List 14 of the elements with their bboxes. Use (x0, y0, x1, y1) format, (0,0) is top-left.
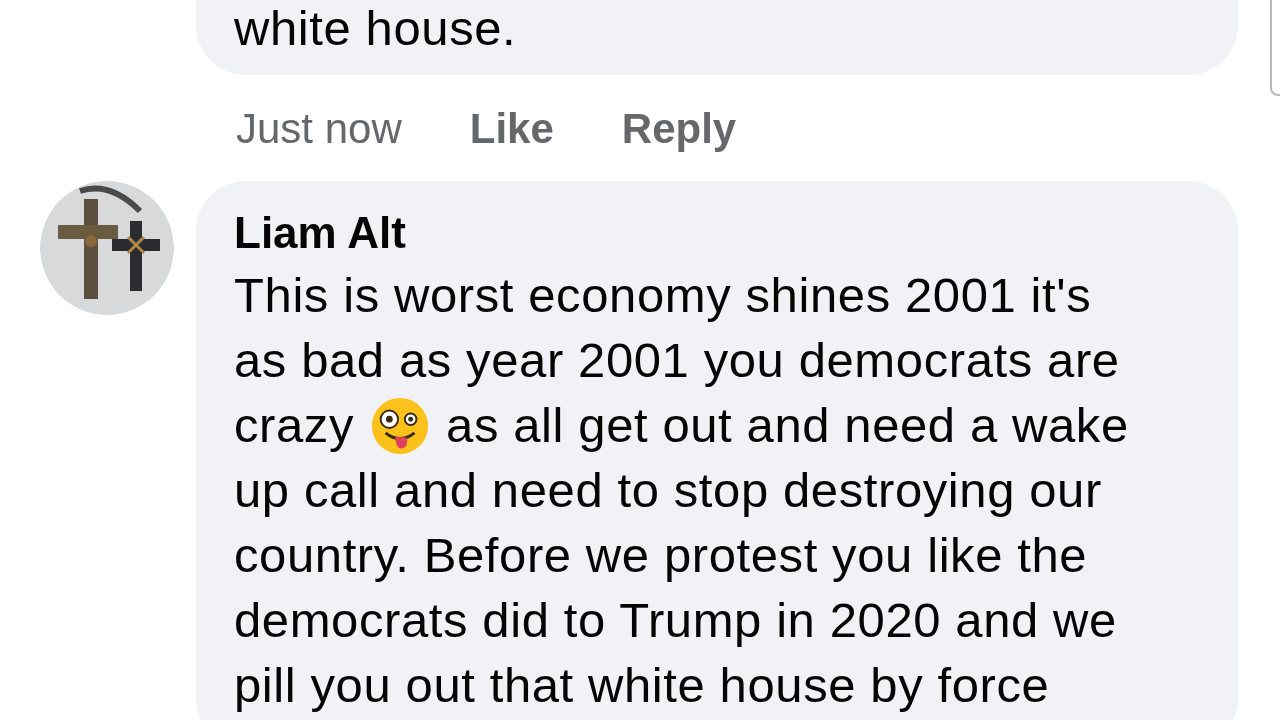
action-link[interactable]: Reply (621, 105, 737, 153)
comment-text: pill you out that white house by force (234, 657, 1050, 714)
comment-text: as bad as year 2001 you democrats are (234, 332, 1120, 389)
comment-text: democrats did to Trump in 2020 and we (234, 592, 1117, 649)
timestamp: Just now (236, 105, 402, 153)
comment-text: crazy (234, 397, 355, 454)
emoji-icon (370, 395, 431, 456)
comment-text: up call and need to stop destroying our (234, 462, 1102, 519)
comment-text: This is worst economy shines 2001 it's (234, 267, 1092, 324)
comment-text: as all get out and need a wake (446, 397, 1129, 454)
action-link[interactable]: Like (469, 105, 554, 153)
author-name[interactable]: Liam Alt (234, 205, 406, 261)
comment-text: country. Before we protest you like the (234, 527, 1088, 584)
comment-text: white house. (234, 0, 517, 57)
